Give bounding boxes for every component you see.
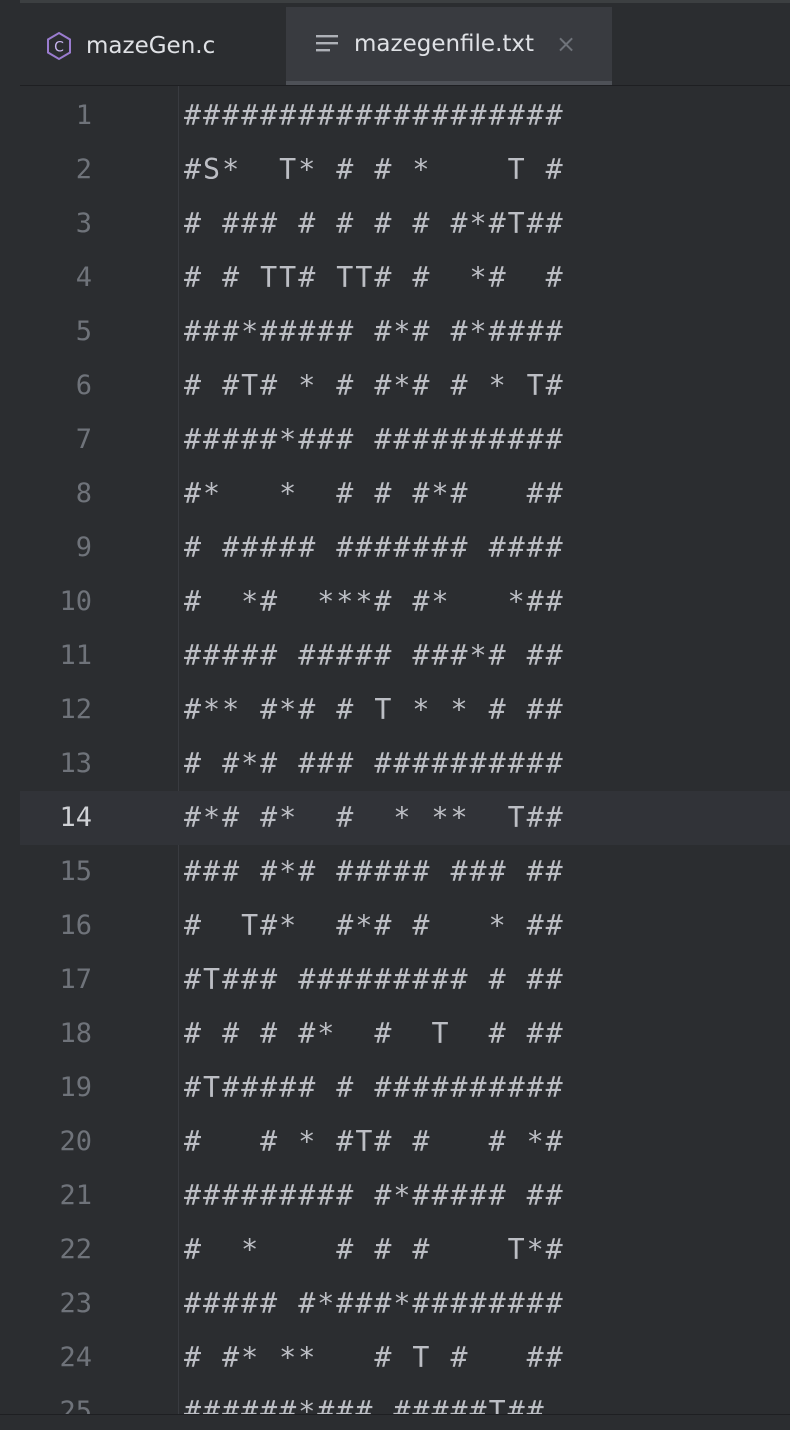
code-area[interactable]: 1 #################### 2 #S* T* # # * T # 3 #… <box>20 86 790 1430</box>
line-text[interactable]: # T#* #*# # * ## <box>184 899 565 953</box>
svg-text:C: C <box>54 40 64 56</box>
line-number: 13 <box>59 748 92 779</box>
editor-line[interactable]: 1 #################### <box>20 89 790 143</box>
line-number: 6 <box>75 370 92 401</box>
line-number: 21 <box>59 1180 92 1211</box>
line-number: 16 <box>59 910 92 941</box>
editor-line[interactable]: 15 ### #*# ##### ### ## <box>20 845 790 899</box>
line-number: 2 <box>75 154 92 185</box>
editor-window: C mazeGen.c mazegenfile.txt × 1 #########… <box>0 0 790 1430</box>
editor-line[interactable]: 17 #T### ######### # ## <box>20 953 790 1007</box>
line-number: 18 <box>59 1018 92 1049</box>
line-text[interactable]: # *# ***# #* *## <box>184 575 565 629</box>
line-text[interactable]: # ### # # # # #*#T## <box>184 197 565 251</box>
line-number: 19 <box>59 1072 92 1103</box>
editor-line[interactable]: 14 #*# #* # * ** T## <box>20 791 790 845</box>
line-text[interactable]: # #*# ### ########## <box>184 737 565 791</box>
line-number: 1 <box>75 100 92 131</box>
editor-line[interactable]: 6 # #T# * # #*# # * T# <box>20 359 790 413</box>
editor-line[interactable]: 20 # # * #T# # # *# <box>20 1115 790 1169</box>
editor-line[interactable]: 19 #T##### # ########## <box>20 1061 790 1115</box>
code-editor[interactable]: 1 #################### 2 #S* T* # # * T # 3 #… <box>20 86 790 1430</box>
editor-line[interactable]: 13 # #*# ### ########## <box>20 737 790 791</box>
line-text[interactable]: ###*##### #*# #*#### <box>184 305 565 359</box>
line-number: 5 <box>75 316 92 347</box>
editor-line[interactable]: 8 #* * # # #*# ## <box>20 467 790 521</box>
editor-line[interactable]: 5 ###*##### #*# #*#### <box>20 305 790 359</box>
line-text[interactable]: #T### ######### # ## <box>184 953 565 1007</box>
line-number: 24 <box>59 1342 92 1373</box>
editor-line[interactable]: 18 # # # #* # T # ## <box>20 1007 790 1061</box>
line-text[interactable]: ######### #*##### ## <box>184 1169 565 1223</box>
close-icon[interactable]: × <box>556 30 576 58</box>
line-text[interactable]: # #* ** # T # ## <box>184 1331 565 1385</box>
line-text[interactable]: #* * # # #*# ## <box>184 467 565 521</box>
line-text[interactable]: #*# #* # * ** T## <box>184 791 565 845</box>
tab-label: mazegenfile.txt <box>354 31 535 57</box>
line-text[interactable]: # # * #T# # # *# <box>184 1115 565 1169</box>
editor-line[interactable]: 23 ##### #*###*######## <box>20 1277 790 1331</box>
editor-tab-bar: C mazeGen.c mazegenfile.txt × <box>20 0 790 86</box>
line-number: 10 <box>59 586 92 617</box>
line-number: 3 <box>75 208 92 239</box>
line-text[interactable]: #T##### # ########## <box>184 1061 565 1115</box>
line-text[interactable]: #S* T* # # * T # <box>184 143 565 197</box>
line-number: 11 <box>59 640 92 671</box>
line-text[interactable]: # * # # # T*# <box>184 1223 565 1277</box>
line-text[interactable]: #####*### ########## <box>184 413 565 467</box>
line-text[interactable]: ##### ##### ###*# ## <box>184 629 565 683</box>
line-number: 22 <box>59 1234 92 1265</box>
line-number: 14 <box>59 802 92 833</box>
line-text[interactable]: # # # #* # T # ## <box>184 1007 565 1061</box>
editor-line[interactable]: 11 ##### ##### ###*# ## <box>20 629 790 683</box>
line-text[interactable]: # ##### ####### #### <box>184 521 565 575</box>
line-number: 20 <box>59 1126 92 1157</box>
line-text[interactable]: ### #*# ##### ### ## <box>184 845 565 899</box>
editor-line[interactable]: 24 # #* ** # T # ## <box>20 1331 790 1385</box>
horizontal-scrollbar[interactable] <box>0 1414 790 1430</box>
editor-line[interactable]: 3 # ### # # # # #*#T## <box>20 197 790 251</box>
line-number: 23 <box>59 1288 92 1319</box>
line-text[interactable]: # # TT# TT# # *# # <box>184 251 565 305</box>
editor-line[interactable]: 12 #** #*# # T * * # ## <box>20 683 790 737</box>
editor-line[interactable]: 21 ######### #*##### ## <box>20 1169 790 1223</box>
tool-window-strip <box>0 0 21 1430</box>
editor-line[interactable]: 7 #####*### ########## <box>20 413 790 467</box>
editor-line[interactable]: 9 # ##### ####### #### <box>20 521 790 575</box>
line-number: 9 <box>75 532 92 563</box>
line-text[interactable]: # #T# * # #*# # * T# <box>184 359 565 413</box>
line-number: 4 <box>75 262 92 293</box>
line-number: 7 <box>75 424 92 455</box>
line-number: 17 <box>59 964 92 995</box>
line-number: 15 <box>59 856 92 887</box>
c-file-icon: C <box>44 31 74 61</box>
editor-line[interactable]: 2 #S* T* # # * T # <box>20 143 790 197</box>
line-number: 8 <box>75 478 92 509</box>
line-number: 12 <box>59 694 92 725</box>
text-file-icon <box>314 32 340 56</box>
editor-line[interactable]: 4 # # TT# TT# # *# # <box>20 251 790 305</box>
tab-label: mazeGen.c <box>86 33 216 59</box>
line-text[interactable]: ##### #*###*######## <box>184 1277 565 1331</box>
line-text[interactable]: #################### <box>184 89 565 143</box>
line-text[interactable]: #** #*# # T * * # ## <box>184 683 565 737</box>
editor-line[interactable]: 10 # *# ***# #* *## <box>20 575 790 629</box>
editor-line[interactable]: 22 # * # # # T*# <box>20 1223 790 1277</box>
editor-line[interactable]: 16 # T#* #*# # * ## <box>20 899 790 953</box>
tab-mazegenfile-txt[interactable]: mazegenfile.txt × <box>286 7 612 85</box>
tab-mazegen-c[interactable]: C mazeGen.c <box>44 7 284 85</box>
